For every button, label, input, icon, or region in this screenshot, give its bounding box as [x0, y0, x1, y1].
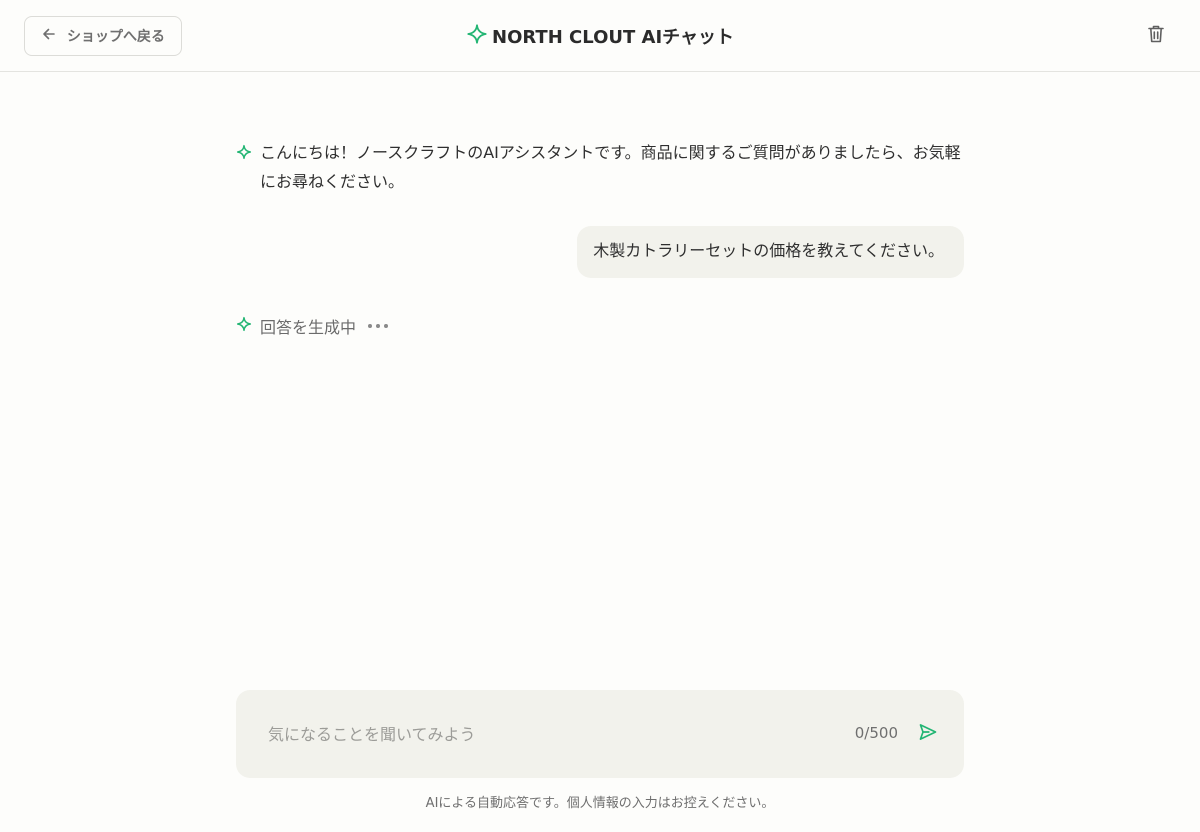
trash-icon	[1147, 24, 1165, 48]
user-message: 木製カトラリーセットの価格を教えてください。	[577, 226, 964, 278]
generating-indicator: 回答を生成中	[236, 314, 389, 338]
assistant-message-text: こんにちは！ノースクラフトのAIアシスタントです。商品に関するご質問がありました…	[260, 143, 961, 191]
character-counter: 0/500	[854, 724, 898, 742]
clear-chat-button[interactable]	[1144, 24, 1168, 48]
send-icon	[918, 722, 938, 746]
page-title: NORTH CLOUT AIチャット	[0, 22, 1200, 50]
message-input[interactable]	[252, 718, 832, 750]
generating-text: 回答を生成中	[260, 318, 357, 337]
sparkle-icon	[466, 23, 488, 49]
typing-dots	[368, 324, 389, 328]
assistant-message: こんにちは！ノースクラフトのAIアシスタントです。商品に関するご質問がありました…	[236, 138, 964, 196]
chat-header: ショップへ戻る NORTH CLOUT AIチャット	[0, 0, 1200, 72]
sparkle-icon	[236, 144, 252, 196]
disclaimer: AIによる自動応答です。個人情報の入力はお控えください。	[425, 796, 775, 811]
sparkle-icon	[236, 316, 252, 336]
user-message-text: 木製カトラリーセットの価格を教えてください。	[593, 241, 944, 260]
message-composer: 0/500	[236, 690, 964, 778]
send-button[interactable]	[916, 722, 940, 746]
page-title-text: NORTH CLOUT AIチャット	[492, 27, 734, 48]
